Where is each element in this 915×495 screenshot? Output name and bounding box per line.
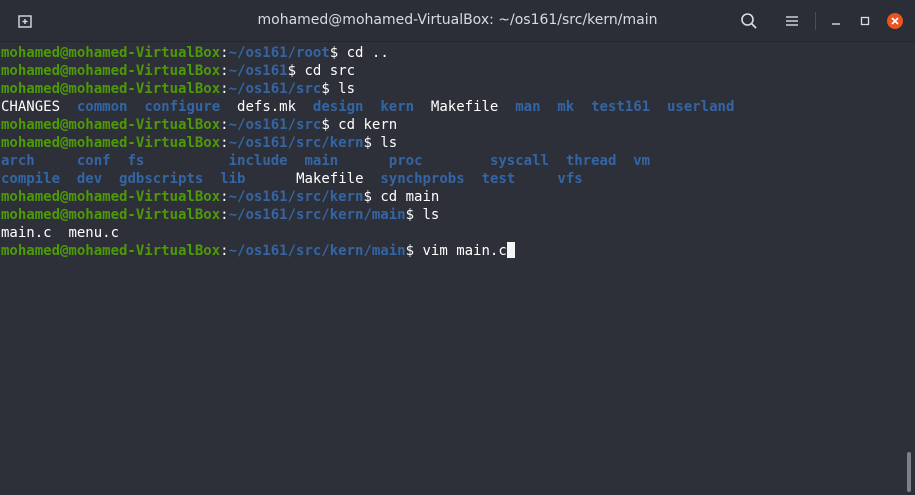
scrollbar[interactable] [907,452,911,492]
prompt-line: mohamed@mohamed-VirtualBox:~/os161/src/k… [1,134,905,152]
maximize-icon[interactable] [855,11,875,31]
directory-entry: test [481,171,516,187]
file-entry: main.c [1,225,52,241]
prompt-path: ~/os161/src/kern [228,189,364,205]
prompt-line: mohamed@mohamed-VirtualBox:~/os161/src/k… [1,242,905,260]
prompt-user: mohamed@mohamed-VirtualBox [1,81,221,97]
prompt-path: ~/os161/src [228,81,322,97]
title-separator [815,12,816,30]
prompt-path: ~/os161/src [228,117,322,133]
prompt-line: mohamed@mohamed-VirtualBox:~/os161/src/k… [1,206,905,224]
prompt-separator: : [220,243,229,259]
directory-entry: fs [127,153,145,169]
prompt-path: ~/os161/root [228,45,330,61]
text-cursor [506,242,515,258]
file-entry: menu.c [68,225,120,241]
prompt-dollar: $ [287,63,297,79]
directory-entry: thread [565,153,617,169]
directory-entry: kern [380,99,415,115]
prompt-line: mohamed@mohamed-VirtualBox:~/os161/src/k… [1,188,905,206]
directory-entry: common [76,99,128,115]
prompt-path: ~/os161/src/kern/main [228,207,406,223]
prompt-line: mohamed@mohamed-VirtualBox:~/os161/src$ … [1,116,905,134]
command-text: cd src [296,63,356,79]
prompt-separator: : [220,45,229,61]
listing-line: arch conf fs include main proc syscall t… [1,152,905,170]
minimize-icon[interactable] [826,11,846,31]
command-text: cd main [371,189,440,205]
command-text: ls [414,207,440,223]
directory-entry: include [228,153,288,169]
directory-entry: proc [388,153,423,169]
command-text: cd kern [329,117,398,133]
file-entry: CHANGES [1,99,61,115]
directory-entry: main [304,153,339,169]
terminal-window: mohamed@mohamed-VirtualBox: ~/os161/src/… [0,0,915,495]
directory-entry: conf [76,153,111,169]
directory-entry: compile [1,171,61,187]
prompt-separator: : [220,207,229,223]
prompt-user: mohamed@mohamed-VirtualBox [1,135,221,151]
window-title: mohamed@mohamed-VirtualBox: ~/os161/src/… [257,12,658,28]
listing-line: compile dev gdbscripts lib Makefile sync… [1,170,905,188]
prompt-user: mohamed@mohamed-VirtualBox [1,117,221,133]
prompt-separator: : [220,189,229,205]
prompt-dollar: $ [363,189,372,205]
prompt-user: mohamed@mohamed-VirtualBox [1,45,221,61]
command-text: vim main.c [414,243,507,259]
directory-entry: configure [144,99,221,115]
menu-icon[interactable] [782,11,802,31]
file-entry: Makefile [430,99,499,115]
terminal-output[interactable]: mohamed@mohamed-VirtualBox:~/os161/root$… [0,44,905,495]
prompt-user: mohamed@mohamed-VirtualBox [1,63,221,79]
listing-line: CHANGES common configure defs.mk design … [1,98,905,116]
prompt-line: mohamed@mohamed-VirtualBox:~/os161/src$ … [1,80,905,98]
directory-entry: arch [1,153,35,169]
directory-entry: lib [220,171,246,187]
file-entry: Makefile [296,171,364,187]
close-icon[interactable] [885,11,905,31]
prompt-separator: : [220,63,229,79]
directory-entry: synchprobs [380,171,465,187]
prompt-separator: : [220,117,229,133]
prompt-line: mohamed@mohamed-VirtualBox:~/os161/root$… [1,44,905,62]
prompt-dollar: $ [321,117,330,133]
command-text: ls [329,81,356,97]
prompt-user: mohamed@mohamed-VirtualBox [1,189,221,205]
prompt-user: mohamed@mohamed-VirtualBox [1,243,221,259]
directory-entry: test161 [591,99,651,115]
directory-entry: design [312,99,364,115]
prompt-path: ~/os161/src/kern [228,135,364,151]
directory-entry: mk [557,99,575,115]
prompt-dollar: $ [405,243,415,259]
prompt-dollar: $ [321,81,330,97]
prompt-line: mohamed@mohamed-VirtualBox:~/os161$ cd s… [1,62,905,80]
directory-entry: dev [76,171,103,187]
title-bar: mohamed@mohamed-VirtualBox: ~/os161/src/… [0,0,915,42]
file-entry: defs.mk [237,99,297,115]
prompt-separator: : [220,81,229,97]
prompt-user: mohamed@mohamed-VirtualBox [1,207,221,223]
prompt-dollar: $ [329,45,339,61]
directory-entry: syscall [489,153,549,169]
prompt-separator: : [220,135,229,151]
directory-entry: userland [666,99,735,115]
listing-line: main.c menu.c [1,224,905,242]
prompt-path: ~/os161/src/kern/main [228,243,406,259]
search-icon[interactable] [739,11,759,31]
command-text: cd .. [338,45,389,61]
directory-entry: gdbscripts [119,171,204,187]
prompt-dollar: $ [363,135,372,151]
prompt-dollar: $ [405,207,415,223]
directory-entry: man [515,99,541,115]
prompt-path: ~/os161 [228,63,288,79]
directory-entry: vm [633,153,651,169]
directory-entry: vfs [557,171,583,187]
command-text: ls [371,135,398,151]
